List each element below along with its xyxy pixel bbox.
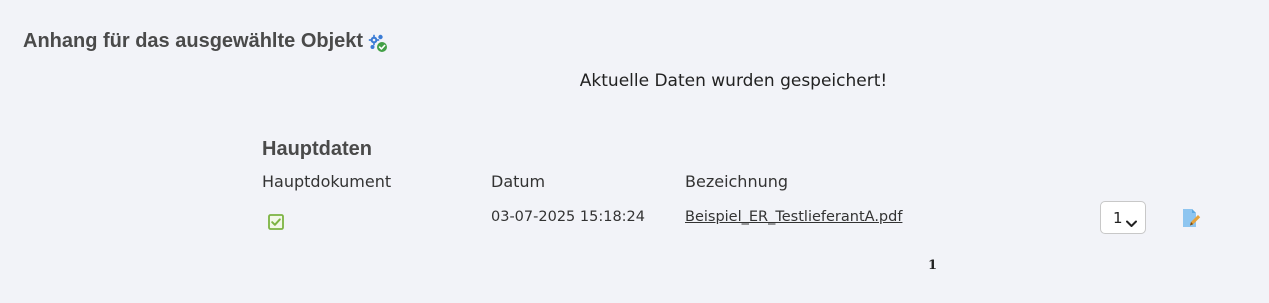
section-title: Hauptdaten (262, 138, 372, 160)
document-link[interactable]: Beispiel_ER_TestlieferantA.pdf (685, 209, 902, 225)
column-header-description: Bezeichnung (685, 172, 789, 191)
pagination-current-page[interactable]: 1 (928, 258, 937, 273)
chevron-down-icon (1125, 214, 1137, 227)
document-select-value: 1 (1113, 208, 1123, 227)
settings-check-icon (368, 33, 388, 53)
document-date: 03-07-2025 15:18:24 (491, 209, 645, 225)
column-header-date: Datum (491, 172, 546, 191)
main-document-checkbox[interactable] (268, 214, 284, 230)
page-title: Anhang für das ausgewählte Objekt (23, 30, 388, 53)
edit-document-icon[interactable] (1181, 208, 1201, 228)
save-status-message: Aktuelle Daten wurden gespeichert! (579, 71, 888, 91)
page-title-text: Anhang für das ausgewählte Objekt (23, 30, 364, 52)
document-select[interactable]: 1 (1100, 201, 1146, 234)
column-header-main-document: Hauptdokument (262, 172, 392, 191)
